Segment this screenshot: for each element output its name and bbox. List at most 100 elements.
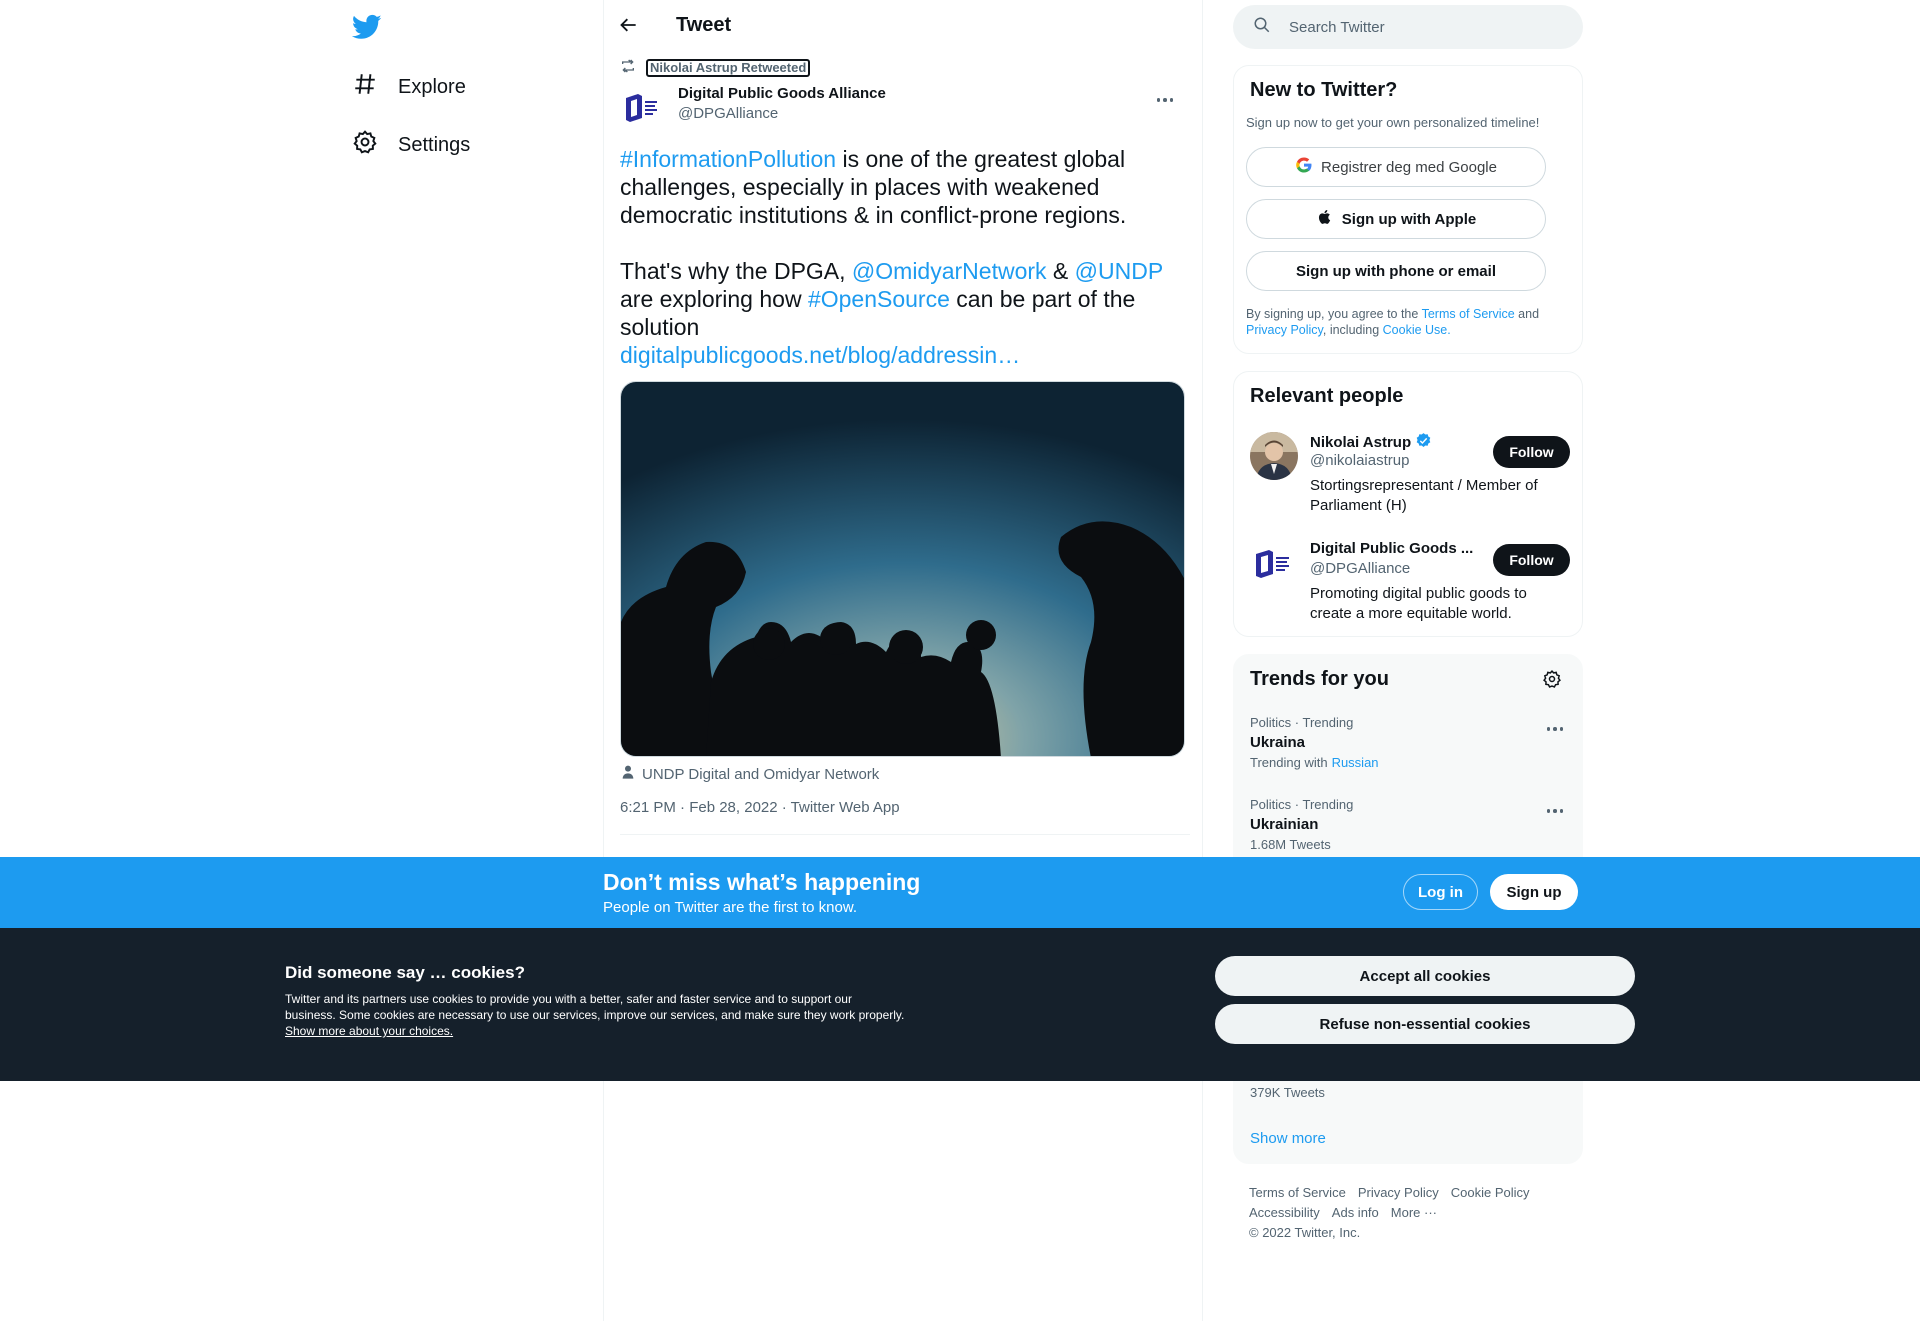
trend-related-link[interactable]: Russian [1332,755,1379,770]
more-options-icon[interactable] [1540,801,1570,821]
cookie-text: Twitter and its partners use cookies to … [285,991,905,1039]
app-root: Explore Settings Tweet Nikolai Astrup Re… [0,0,1920,1321]
hashtag-icon [352,71,378,103]
apple-signup-button[interactable]: Sign up with Apple [1246,199,1546,239]
legal-text: By signing up, you agree to the Terms of… [1246,306,1566,338]
hashtag-link[interactable]: #OpenSource [808,286,950,312]
tweet-paragraph-1: #InformationPollution is one of the grea… [620,145,1190,229]
trend-meta: Trending with Russian [1250,755,1570,770]
panel-subtitle: Sign up now to get your own personalized… [1246,115,1540,130]
author-name[interactable]: Digital Public Goods Alliance [678,85,886,102]
legal-including: , including [1322,323,1383,337]
avatar[interactable] [620,86,664,130]
footer-link[interactable]: Terms of Service [1249,1185,1346,1200]
footer-link[interactable]: Cookie Policy [1451,1185,1530,1200]
retweeted-by-link[interactable]: Nikolai Astrup Retweeted [646,58,811,77]
cookie-title: Did someone say … cookies? [285,963,525,982]
footer-links: Terms of Service Privacy Policy Cookie Pol… [1249,1183,1569,1243]
tweet-paragraph-2: That's why the DPGA, @OmidyarNetwork & @… [620,257,1190,369]
refuse-cookies-button[interactable]: Refuse non-essential cookies [1215,1004,1635,1044]
mention-link[interactable]: @OmidyarNetwork [852,258,1047,284]
footer-link[interactable]: Privacy Policy [1358,1185,1439,1200]
cookie-use-link[interactable]: Cookie Use. [1383,323,1451,337]
trend-name: Ukrainian [1250,816,1319,833]
divider [620,834,1190,835]
hashtag-link[interactable]: #InformationPollution [620,146,836,172]
phone-email-signup-button[interactable]: Sign up with phone or email [1246,251,1546,291]
twitter-logo-icon[interactable] [351,12,384,44]
person-name-text: Nikolai Astrup [1310,434,1412,451]
terms-link[interactable]: Terms of Service [1422,307,1515,321]
nav-settings[interactable]: Settings [352,120,470,170]
media-caption: UNDP Digital and Omidyar Network [620,764,879,784]
avatar[interactable] [1250,540,1298,588]
header-bar: Tweet [604,0,1204,53]
trend-meta-prefix: Trending with [1250,755,1328,770]
apple-icon [1316,208,1334,230]
banner-subtitle: People on Twitter are the first to know. [603,899,858,916]
trend-item[interactable]: Politics · Trending Ukraina Trending wit… [1250,715,1570,785]
accept-cookies-button[interactable]: Accept all cookies [1215,956,1635,996]
apple-signup-label: Sign up with Apple [1341,210,1477,228]
cookie-text-body: Twitter and its partners use cookies to … [285,992,905,1022]
person-bio: Promoting digital public goods to create… [1310,585,1527,622]
trend-meta: 1.68M Tweets [1250,837,1331,852]
person-card[interactable]: Digital Public Goods ... @DPGAlliance Pr… [1250,540,1570,630]
tweet-text-segment: That's why the DPGA, [620,258,852,284]
url-link[interactable]: digitalpublicgoods.net/blog/addressin… [620,342,1020,368]
tweet-media-image[interactable] [620,381,1185,757]
person-name[interactable]: Digital Public Goods ... [1310,540,1473,557]
gear-icon[interactable] [1542,669,1566,693]
nav-explore-label: Explore [398,75,466,98]
legal-prefix: By signing up, you agree to the [1246,307,1422,321]
cookie-more-link[interactable]: Show more about your choices. [285,1024,453,1038]
author-handle[interactable]: @DPGAlliance [678,105,778,122]
login-banner: Don’t miss what’s happening People on Tw… [0,857,1920,928]
caption-text: UNDP Digital and Omidyar Network [642,765,880,783]
copyright: © 2022 Twitter, Inc. [1249,1225,1361,1240]
footer-link[interactable]: Accessibility [1249,1205,1320,1220]
google-signup-label: Registrer deg med Google [1321,158,1497,176]
avatar[interactable] [1250,432,1298,480]
panel-title: Relevant people [1250,385,1404,407]
google-signup-button[interactable]: Registrer deg med Google [1246,147,1546,187]
verified-badge-icon [1415,432,1432,453]
privacy-link[interactable]: Privacy Policy [1246,323,1323,337]
signup-button[interactable]: Sign up [1490,874,1578,910]
follow-button[interactable]: Follow [1493,544,1570,576]
trend-category: Politics · Trending [1250,797,1354,812]
nav-explore[interactable]: Explore [352,62,466,112]
new-to-twitter-panel: New to Twitter? Sign up now to get your … [1233,65,1583,354]
gear-icon [352,129,378,161]
panel-title: New to Twitter? [1250,79,1398,101]
footer-link[interactable]: More ··· [1391,1205,1437,1220]
main-column: Tweet Nikolai Astrup Retweeted Digital P… [603,0,1203,1321]
banner-title: Don’t miss what’s happening [603,869,921,895]
show-more-link[interactable]: Show more [1250,1130,1326,1147]
tweet-timestamp[interactable]: 6:21 PM · Feb 28, 2022 · Twitter Web App [620,799,900,816]
footer-link[interactable]: Ads info [1332,1205,1379,1220]
person-card[interactable]: Nikolai Astrup @nikolaiastrup Stortingsr… [1250,432,1570,522]
person-icon [620,764,636,784]
login-button[interactable]: Log in [1403,874,1478,910]
mention-link[interactable]: @UNDP [1075,258,1163,284]
retweet-context: Nikolai Astrup Retweeted [620,58,811,77]
legal-and: and [1514,307,1540,321]
more-options-icon[interactable] [1540,719,1570,739]
search-box[interactable]: Search Twitter [1233,5,1583,49]
search-icon [1253,16,1271,38]
tweet-body: #InformationPollution is one of the grea… [620,145,1190,397]
nav-settings-label: Settings [398,133,471,156]
search-input[interactable]: Search Twitter [1289,19,1385,36]
follow-button[interactable]: Follow [1493,436,1570,468]
google-icon [1295,156,1313,178]
more-options-icon[interactable] [1150,88,1180,112]
person-name[interactable]: Nikolai Astrup [1310,432,1432,453]
person-bio: Stortingsrepresentant / Member of Parlia… [1310,477,1538,514]
arrow-left-icon [619,15,639,40]
trend-name: Ukraina [1250,734,1306,751]
back-button[interactable] [614,12,644,42]
page-title: Tweet [676,14,732,36]
tweet-text-segment: & [1046,258,1075,284]
tweet-text-segment: are exploring how [620,286,808,312]
